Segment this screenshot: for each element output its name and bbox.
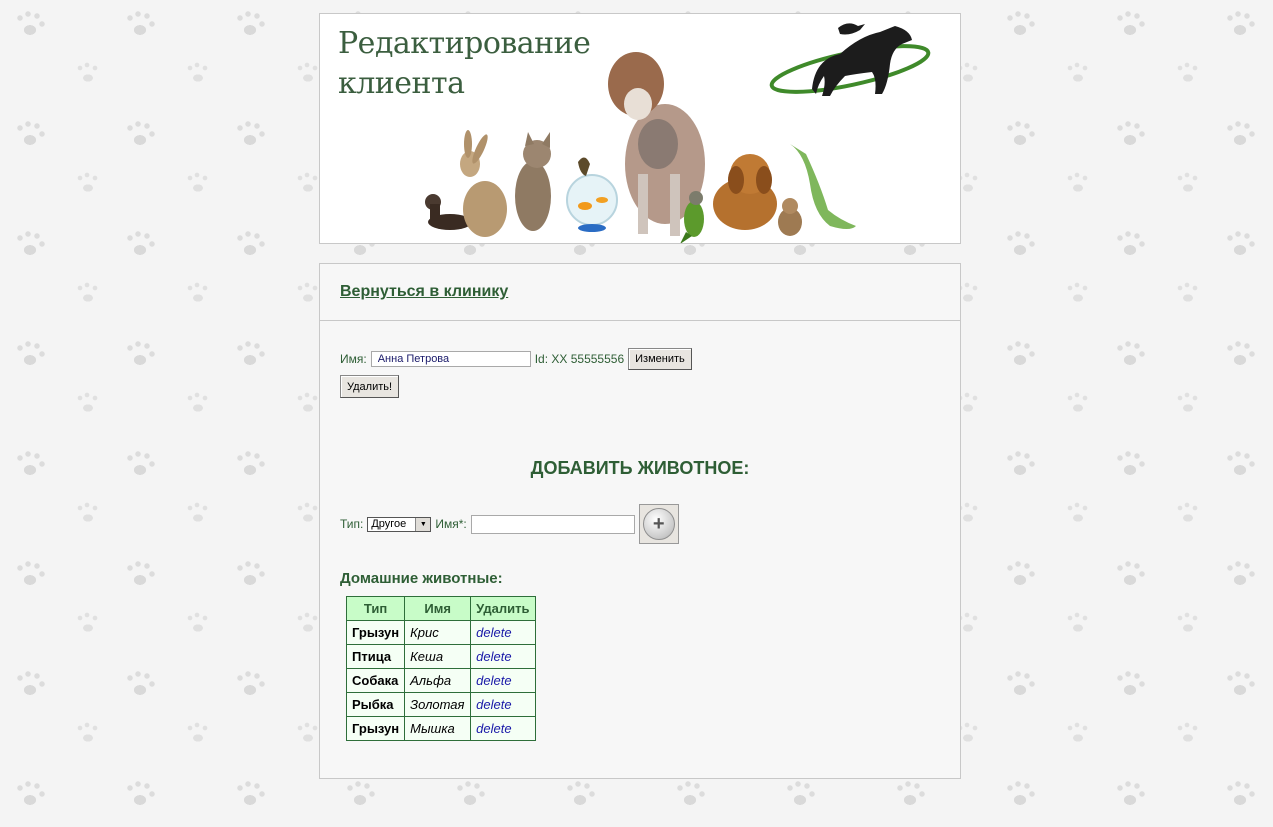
pet-name-cell: Кеша bbox=[404, 644, 472, 669]
add-pet-title: ДОБАВИТЬ ЖИВОТНОЕ: bbox=[530, 458, 750, 478]
client-name-input[interactable] bbox=[370, 351, 531, 367]
table-row: Собака Альфа delete bbox=[345, 668, 536, 693]
column-header-delete: Удалить bbox=[470, 596, 536, 621]
back-to-clinic-link[interactable]: Вернуться в клинику bbox=[340, 283, 508, 301]
hamster-figure bbox=[778, 198, 802, 236]
add-pet-button[interactable]: + bbox=[638, 504, 679, 544]
chevron-down-icon: ▼ bbox=[415, 517, 431, 531]
delete-pet-link[interactable]: delete bbox=[470, 620, 536, 645]
divider bbox=[320, 320, 960, 321]
pets-title: Домашние животные: bbox=[340, 570, 503, 587]
pet-name-label: Имя*: bbox=[435, 517, 467, 531]
pet-type-select[interactable]: Другое ▼ bbox=[367, 516, 432, 532]
fishbowl-figure bbox=[566, 157, 618, 232]
animals-illustration bbox=[425, 23, 931, 243]
column-header-name: Имя bbox=[404, 596, 472, 621]
table-row: Грызун Мышка delete bbox=[345, 716, 536, 741]
pet-name-cell: Золотая bbox=[404, 692, 472, 717]
table-row: Грызун Крис delete bbox=[345, 620, 536, 645]
plus-icon: + bbox=[642, 508, 675, 540]
table-header-row: Тип Имя Удалить bbox=[345, 596, 536, 621]
client-form-row: Имя: Id: XX 55555556 Изменить bbox=[340, 347, 692, 371]
pet-type-selected: Другое bbox=[371, 518, 407, 530]
table-row: Птица Кеша delete bbox=[345, 644, 536, 669]
delete-client-button[interactable]: Удалить! bbox=[340, 375, 400, 398]
pet-type-cell: Рыбка bbox=[345, 692, 406, 717]
delete-pet-link[interactable]: delete bbox=[470, 692, 536, 717]
pet-type-cell: Грызун bbox=[345, 716, 406, 741]
pet-type-label: Тип: bbox=[340, 517, 364, 531]
client-id-text: Id: XX 55555556 bbox=[534, 352, 625, 366]
delete-pet-link[interactable]: delete bbox=[470, 716, 536, 741]
change-button[interactable]: Изменить bbox=[628, 348, 692, 370]
header-banner: Редактирование клиента bbox=[319, 13, 961, 244]
pet-type-cell: Птица bbox=[345, 644, 406, 669]
delete-pet-link[interactable]: delete bbox=[470, 668, 536, 693]
pet-name-cell: Мышка bbox=[404, 716, 472, 741]
puppy-figure bbox=[713, 154, 777, 230]
pets-table: Тип Имя Удалить Грызун Крис delete Птица… bbox=[345, 596, 536, 741]
pet-name-cell: Альфа bbox=[404, 668, 472, 693]
client-name-label: Имя: bbox=[340, 352, 367, 366]
pet-type-cell: Собака bbox=[345, 668, 406, 693]
pet-name-cell: Крис bbox=[404, 620, 472, 645]
pet-name-input[interactable] bbox=[470, 514, 635, 534]
table-row: Рыбка Золотая delete bbox=[345, 692, 536, 717]
rabbit-figure bbox=[460, 130, 507, 237]
cat-figure bbox=[515, 132, 551, 231]
add-pet-row: Тип: Другое ▼ Имя*: + bbox=[340, 504, 679, 544]
pet-type-cell: Грызун bbox=[345, 620, 406, 645]
client-edit-panel: Вернуться в клинику Имя: Id: XX 55555556… bbox=[319, 263, 961, 779]
delete-pet-link[interactable]: delete bbox=[470, 644, 536, 669]
column-header-type: Тип bbox=[345, 596, 406, 621]
clinic-logo bbox=[769, 23, 931, 96]
